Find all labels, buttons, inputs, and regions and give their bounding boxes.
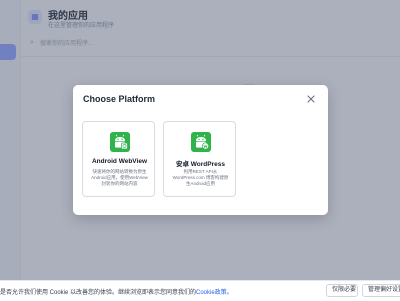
choose-platform-modal: Choose Platform Android WebView 快速将你的网站转… [73, 85, 328, 215]
close-icon [307, 95, 315, 103]
platform-card-description: 快速将你的网站转换为原生Android应用，使用WebView封装你的网站内容 [91, 169, 148, 186]
android-webview-icon [110, 132, 130, 152]
modal-title: Choose Platform [83, 94, 156, 104]
cookie-policy-link[interactable]: Cookie政策。 [196, 290, 233, 296]
close-button[interactable] [305, 93, 317, 105]
platform-card-description: 利用REST API从WordPress.com 博客构建原生Android应用 [172, 169, 229, 186]
reject-cookies-button[interactable]: 仅限必要 [326, 284, 358, 297]
platform-card-title: Android WebView [91, 158, 147, 165]
platform-card-android-wordpress[interactable]: 安卓 WordPress 利用REST API从WordPress.com 博客… [163, 121, 236, 197]
android-wordpress-icon [191, 132, 211, 152]
cookie-text: 是否允许我们使用 Cookie 以改善您的体验。继续浏览即表示您同意我们的 [0, 290, 197, 296]
cookie-banner: 是否允许我们使用 Cookie 以改善您的体验。继续浏览即表示您同意我们的Coo… [0, 280, 400, 301]
manage-preferences-button[interactable]: 管理偏好设置 [362, 284, 400, 297]
platform-card-title: 安卓 WordPress [175, 161, 225, 168]
cookie-message: 是否允许我们使用 Cookie 以改善您的体验。继续浏览即表示您同意我们的Coo… [0, 287, 233, 296]
platform-card-android-webview[interactable]: Android WebView 快速将你的网站转换为原生Android应用，使用… [82, 121, 155, 197]
